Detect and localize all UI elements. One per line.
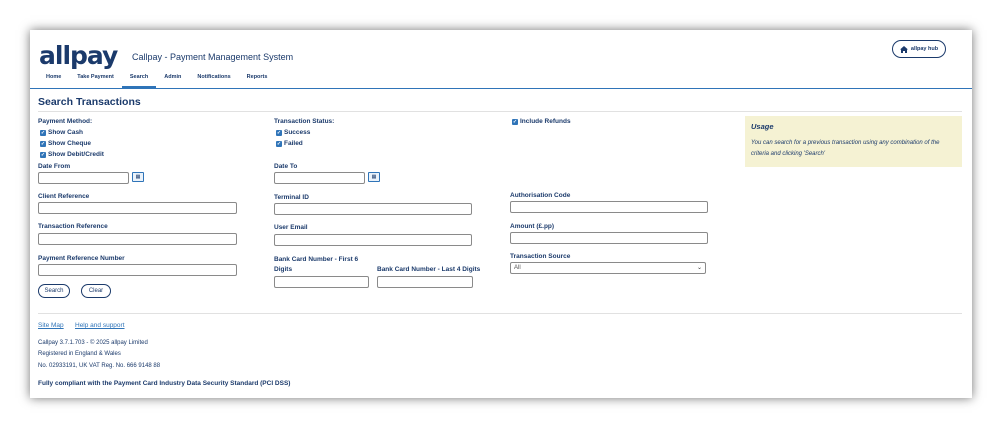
date-from-input[interactable] [38,172,129,184]
show-cash-checkbox[interactable]: ✓ Show Cash [40,129,83,136]
authorisation-code-label: Authorisation Code [510,192,571,199]
clear-button[interactable]: Clear [81,284,111,298]
check-icon: ✓ [40,140,46,147]
include-refunds-checkbox[interactable]: ✓ Include Refunds [512,118,571,125]
check-icon: ✓ [40,151,46,158]
check-icon: ✓ [276,140,282,147]
nav-reports[interactable]: Reports [239,73,276,86]
amount-input[interactable] [510,232,708,244]
chevron-down-icon: ⌄ [696,265,702,271]
usage-title: Usage [751,122,774,131]
bank-card-first6-label-line2: Digits [274,266,293,273]
date-to-input[interactable] [274,172,365,184]
client-reference-input[interactable] [38,202,237,214]
terminal-id-label: Terminal ID [274,194,309,201]
include-refunds-label: Include Refunds [520,118,571,125]
page-title: Search Transactions [38,96,141,108]
check-icon: ✓ [276,129,282,136]
main-nav: Home Take Payment Search Admin Notificat… [38,73,275,88]
app-window: allpay Callpay - Payment Management Syst… [30,30,972,398]
allpay-hub-button[interactable]: allpay hub [892,40,946,58]
registration-number-text: No. 02933191, UK VAT Reg. No. 666 9148 8… [38,363,161,369]
nav-search[interactable]: Search [121,73,157,88]
payment-reference-number-label: Payment Reference Number [38,255,125,262]
home-icon [899,45,908,53]
search-button[interactable]: Search [38,284,70,298]
failed-label: Failed [284,140,303,147]
show-debit-credit-label: Show Debit/Credit [48,151,104,158]
app-title: Callpay - Payment Management System [132,52,294,62]
registered-text: Registered in England & Wales [38,351,121,357]
show-cheque-checkbox[interactable]: ✓ Show Cheque [40,140,91,147]
nav-notifications[interactable]: Notifications [189,73,238,86]
calendar-icon[interactable]: ▦ [368,172,380,182]
transaction-source-value: All [514,265,521,271]
allpay-hub-label: allpay hub [910,46,939,52]
client-reference-label: Client Reference [38,193,90,200]
authorisation-code-input[interactable] [510,201,708,213]
bank-card-last4-input[interactable] [377,276,473,288]
transaction-source-label: Transaction Source [510,253,571,260]
allpay-logo[interactable]: allpay [39,41,118,70]
date-from-label: Date From [38,163,71,170]
check-icon: ✓ [40,129,46,136]
success-label: Success [284,129,311,136]
usage-text: You can search for a previous transactio… [751,140,940,157]
payment-reference-number-input[interactable] [38,264,237,276]
show-cheque-label: Show Cheque [48,140,91,147]
show-debit-credit-checkbox[interactable]: ✓ Show Debit/Credit [40,151,104,158]
calendar-icon[interactable]: ▦ [132,172,144,182]
nav-divider [30,88,972,89]
terminal-id-input[interactable] [274,203,472,215]
version-text: Callpay 3.7.1.703 - © 2025 allpay Limite… [38,340,148,346]
title-divider [38,111,962,112]
transaction-source-select[interactable]: All ⌄ [510,262,706,274]
footer-divider [38,313,962,314]
success-checkbox[interactable]: ✓ Success [276,129,310,136]
nav-admin[interactable]: Admin [156,73,189,86]
transaction-reference-input[interactable] [38,233,237,245]
user-email-input[interactable] [274,234,472,246]
site-map-link[interactable]: Site Map [38,322,64,329]
check-icon: ✓ [512,118,518,125]
failed-checkbox[interactable]: ✓ Failed [276,140,303,147]
user-email-label: User Email [274,224,308,231]
bank-card-first6-input[interactable] [274,276,369,288]
transaction-reference-label: Transaction Reference [38,223,108,230]
transaction-status-label: Transaction Status: [274,118,335,125]
bank-card-last4-label: Bank Card Number - Last 4 Digits [377,266,481,273]
nav-take-payment[interactable]: Take Payment [69,73,122,86]
amount-label: Amount (£.pp) [510,223,555,230]
help-support-link[interactable]: Help and support [75,322,125,329]
date-to-label: Date To [274,163,298,170]
pci-compliance-text: Fully compliant with the Payment Card In… [38,380,291,387]
bank-card-first6-label-line1: Bank Card Number - First 6 [274,256,359,263]
usage-panel: Usage You can search for a previous tran… [745,116,962,167]
nav-home[interactable]: Home [38,73,69,86]
payment-method-label: Payment Method: [38,118,93,125]
show-cash-label: Show Cash [48,129,84,136]
